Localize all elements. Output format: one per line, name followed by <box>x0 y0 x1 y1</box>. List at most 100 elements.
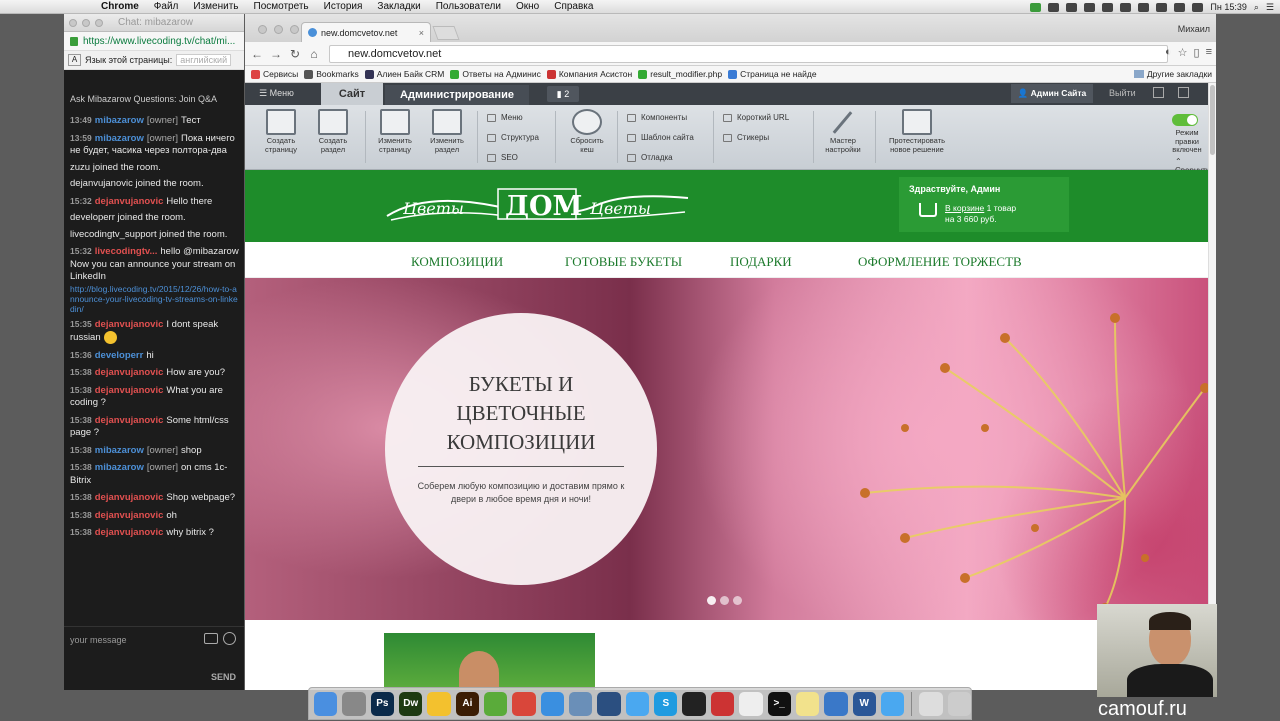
other-bookmarks[interactable]: Другие закладки <box>1133 69 1212 79</box>
close-button[interactable] <box>258 25 267 34</box>
structure-link[interactable]: Структура <box>487 133 539 142</box>
test-new-solution-button[interactable]: Протестировать новое решение <box>881 105 953 154</box>
setup-wizard-button[interactable]: Мастер настройки <box>819 105 867 154</box>
notification-center-icon[interactable]: ☰ <box>1266 2 1274 13</box>
wifi-icon[interactable] <box>1156 2 1168 12</box>
volume-icon[interactable] <box>1138 2 1150 12</box>
skype-tray-icon[interactable] <box>1066 2 1078 12</box>
menu-help[interactable]: Справка <box>554 1 593 12</box>
menu-link[interactable]: Меню <box>487 113 523 122</box>
cart-link[interactable]: В корзине <box>945 203 984 213</box>
address-bar[interactable]: new.domcvetov.net <box>329 45 1168 63</box>
dreamweaver-icon[interactable]: Dw <box>399 691 423 716</box>
obs-icon[interactable] <box>682 691 706 716</box>
nav-gifts[interactable]: ПОДАРКИ <box>730 254 792 270</box>
finder-icon[interactable] <box>314 691 338 716</box>
bookmark-admin-answers[interactable]: Ответы на Админис <box>450 69 541 79</box>
menu-history[interactable]: История <box>324 1 363 12</box>
nav-compositions[interactable]: КОМПОЗИЦИИ <box>411 254 503 270</box>
leaf-app-icon[interactable] <box>484 691 508 716</box>
word-icon[interactable]: W <box>852 691 876 716</box>
admin-user-button[interactable]: 👤 Админ Сайта <box>1011 84 1093 103</box>
site-template-link[interactable]: Шаблон сайта <box>627 133 694 142</box>
translate-icon[interactable]: A <box>68 54 81 66</box>
message-username[interactable]: dejanvujanovic <box>95 492 164 503</box>
edit-page-button[interactable]: Изменить страницу <box>373 105 417 154</box>
keyboard-icon[interactable] <box>919 691 943 716</box>
message-username[interactable]: mibazarow <box>95 445 144 456</box>
bookmark-result-modifier[interactable]: result_modifier.php <box>638 69 722 79</box>
illustrator-icon[interactable]: Ai <box>455 691 480 716</box>
profile-button[interactable]: Михаил <box>1178 24 1210 34</box>
new-tab-button[interactable] <box>432 26 460 40</box>
menubar-clock[interactable]: Пн 15:39 <box>1210 2 1246 12</box>
menu-app-name[interactable]: Chrome <box>101 1 139 12</box>
clear-cache-button[interactable]: Сбросить кеш <box>563 105 611 154</box>
create-section-button[interactable]: Создать раздел <box>311 105 355 154</box>
close-button[interactable] <box>69 18 77 27</box>
page-scrollbar[interactable] <box>1208 83 1216 690</box>
message-username[interactable]: dejanvujanovic <box>95 367 164 378</box>
message-username[interactable]: dejanvujanovic <box>95 196 164 207</box>
pin-icon[interactable] <box>1178 87 1189 98</box>
zoom-button[interactable] <box>290 25 299 34</box>
settings-icon[interactable] <box>1153 87 1164 98</box>
create-page-button[interactable]: Создать страницу <box>259 105 303 154</box>
chat-url-bar[interactable]: https://www.livecoding.tv/chat/mi... <box>64 32 244 51</box>
seo-link[interactable]: SEO <box>487 153 518 162</box>
chat-titlebar[interactable]: Chat: mibazarow <box>64 14 244 32</box>
bluetooth-icon[interactable] <box>1120 2 1132 12</box>
minimize-button[interactable] <box>82 18 90 27</box>
flag-icon[interactable] <box>1174 2 1186 12</box>
slider-dot[interactable] <box>733 596 742 605</box>
menu-edit[interactable]: Изменить <box>193 1 238 12</box>
slider-dot[interactable] <box>707 596 716 605</box>
menu-people[interactable]: Пользователи <box>436 1 501 12</box>
preview-icon[interactable] <box>569 691 593 716</box>
message-username[interactable]: mibazarow <box>95 133 144 144</box>
bookmark-services[interactable]: Сервисы <box>251 69 298 79</box>
trash-icon[interactable] <box>947 691 971 716</box>
close-tab-icon[interactable]: × <box>419 28 424 38</box>
send-button[interactable]: SEND <box>211 672 236 682</box>
slider-dot[interactable] <box>720 596 729 605</box>
nav-ready-bouquets[interactable]: ГОТОВЫЕ БУКЕТЫ <box>565 254 682 270</box>
nav-celebrations[interactable]: ОФОРМЛЕНИЕ ТОРЖЕСТВ <box>858 254 1022 270</box>
emoji-picker-icon[interactable] <box>223 632 236 645</box>
reload-icon[interactable]: ↻ <box>288 47 302 61</box>
message-username[interactable]: mibazarow <box>95 115 144 126</box>
calendar-icon[interactable] <box>739 691 763 716</box>
emoji-app-icon[interactable] <box>427 691 451 716</box>
notifications-button[interactable]: ▮ 2 <box>547 86 579 102</box>
photoshop-icon[interactable]: Ps <box>370 691 395 716</box>
browser-tab[interactable]: new.domcvetov.net × <box>301 22 431 42</box>
bookmark-bookmarks[interactable]: Bookmarks <box>304 69 359 79</box>
message-username[interactable]: dejanvujanovic <box>95 415 164 426</box>
dropbox-icon[interactable] <box>1084 2 1096 12</box>
zoom-button[interactable] <box>95 18 103 27</box>
bookmark-star-icon[interactable]: ☆ <box>1178 46 1188 59</box>
shopping-cart-icon[interactable] <box>919 203 937 217</box>
menu-window[interactable]: Окно <box>516 1 539 12</box>
messages-icon[interactable] <box>625 691 650 716</box>
message-username[interactable]: dejanvujanovic <box>95 510 164 521</box>
safari-icon[interactable] <box>540 691 565 716</box>
message-username[interactable]: dejanvujanovic <box>95 527 164 538</box>
chrome-menu-icon[interactable]: ≡ <box>1206 46 1212 59</box>
quicktime-icon[interactable] <box>597 691 621 716</box>
chrome-icon[interactable] <box>512 691 536 716</box>
chat-header[interactable]: Ask Mibazarow Questions: Join Q&A <box>70 94 217 104</box>
product-image[interactable] <box>384 633 595 690</box>
stickers-link[interactable]: Стикеры <box>723 133 769 142</box>
message-username[interactable]: mibazarow <box>95 462 144 473</box>
battery-icon[interactable] <box>1192 2 1204 12</box>
admin-menu-button[interactable]: ☰ Меню <box>259 88 294 99</box>
cast-icon[interactable]: ▯ <box>1194 46 1200 59</box>
spotlight-icon[interactable]: ⌕ <box>1254 2 1259 13</box>
home-icon[interactable]: ⌂ <box>307 47 321 61</box>
tab-administration[interactable]: Администрирование <box>385 85 529 105</box>
components-link[interactable]: Компоненты <box>627 113 687 122</box>
translate-language-select[interactable]: английский <box>176 54 232 66</box>
domcvetov-logo[interactable]: Цветы ДОМ Цветы <box>385 186 690 226</box>
tray-app-icon[interactable] <box>1048 2 1060 12</box>
